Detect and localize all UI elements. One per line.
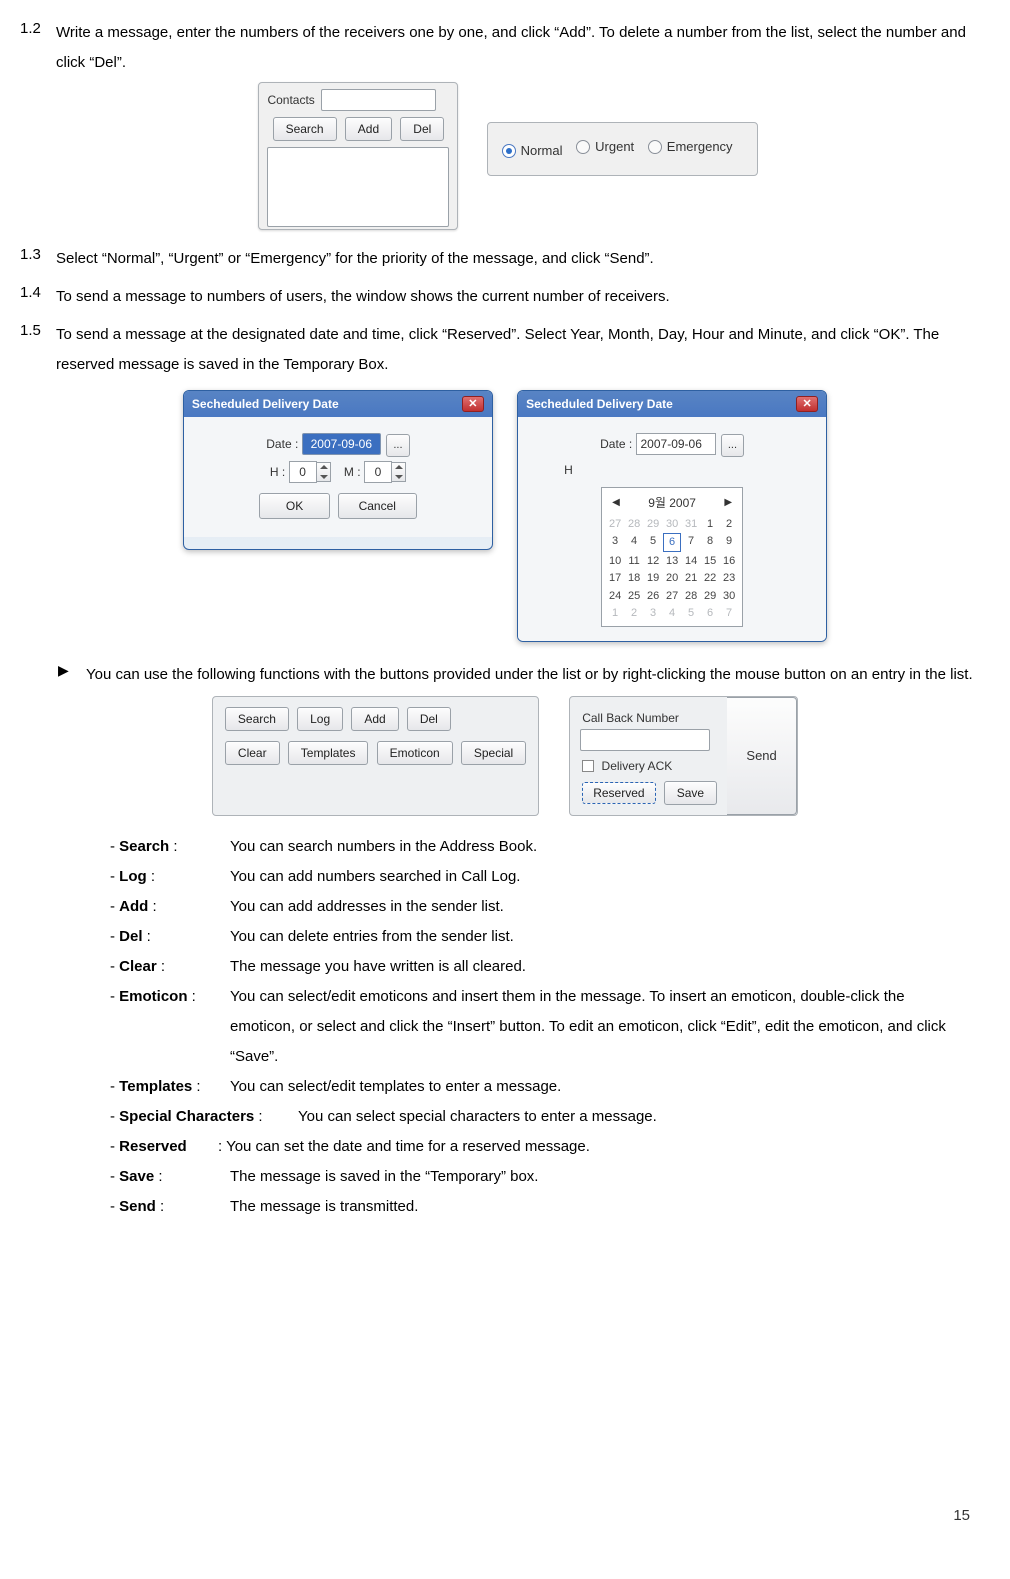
hour-input[interactable]: 0 [289,461,317,483]
priority-emergency[interactable]: Emergency [648,137,733,157]
fn-del-button[interactable]: Del [407,707,451,731]
add-button[interactable]: Add [345,117,392,141]
dialog-title: Secheduled Delivery Date [192,395,339,413]
hour-spinner[interactable] [317,462,331,482]
hour-label-short: H [564,463,573,477]
date-label: Date : [600,437,632,451]
calendar-popup: ◀ 9월 2007 ▶ 272829303112 3456789 1011121… [601,487,743,627]
save-button[interactable]: Save [664,781,717,805]
section-text: To send a message at the designated date… [56,320,990,380]
priority-urgent[interactable]: Urgent [576,137,634,157]
minute-spinner[interactable] [392,462,406,482]
search-button[interactable]: Search [273,117,337,141]
radio-empty-icon [576,140,590,154]
callback-input[interactable] [580,729,710,751]
calendar-month-label: 9월 2007 [648,494,696,512]
page-number: 15 [953,1505,970,1528]
reserved-button[interactable]: Reserved [582,782,655,804]
date-input[interactable]: 2007-09-06 [636,433,716,455]
minute-label: M : [344,465,361,479]
checkbox-icon [582,760,594,772]
contacts-list[interactable] [267,147,449,227]
date-picker-button[interactable]: ... [386,434,409,457]
callback-label: Call Back Number [582,709,717,727]
section-text: Select “Normal”, “Urgent” or “Emergency”… [56,244,990,274]
contacts-panel: Contacts Search Add Del [258,82,458,230]
hour-label: H : [270,465,285,479]
fn-templates-button[interactable]: Templates [288,741,369,765]
section-number: 1.2 [20,18,56,41]
section-text: To send a message to numbers of users, t… [56,282,990,312]
descriptions-block: - Search :You can search numbers in the … [110,832,970,1222]
section-1-5: 1.5 To send a message at the designated … [20,320,990,380]
scheduled-dialog-basic: Secheduled Delivery Date ✕ Date : 2007-0… [183,390,493,550]
scheduled-dialog-calendar: Secheduled Delivery Date ✕ Date : 2007-0… [517,390,827,642]
next-month-icon[interactable]: ▶ [724,495,732,510]
section-1-4: 1.4 To send a message to numbers of user… [20,282,990,312]
date-picker-button[interactable]: ... [721,434,744,457]
del-button[interactable]: Del [400,117,444,141]
fn-special-button[interactable]: Special [461,741,526,765]
function-buttons-panel: Search Log Add Del Clear Templates Emoti… [212,696,539,816]
dialog-title: Secheduled Delivery Date [526,395,673,413]
cancel-button[interactable]: Cancel [338,493,417,519]
contacts-input[interactable] [321,89,436,111]
radio-checked-icon [502,144,516,158]
date-label: Date : [266,437,298,451]
ok-button[interactable]: OK [259,493,330,519]
section-number: 1.3 [20,244,56,267]
section-number: 1.5 [20,320,56,343]
triangle-bullet-icon: ▶ [58,660,86,681]
close-icon[interactable]: ✕ [462,396,484,412]
prev-month-icon[interactable]: ◀ [612,495,620,510]
date-input[interactable]: 2007-09-06 [302,433,381,455]
send-button[interactable]: Send [727,697,797,815]
fn-emoticon-button[interactable]: Emoticon [377,741,453,765]
fn-add-button[interactable]: Add [351,707,398,731]
priority-normal[interactable]: Normal [502,141,563,161]
contacts-label: Contacts [267,91,314,109]
fn-log-button[interactable]: Log [297,707,343,731]
priority-emergency-label: Emergency [667,137,733,157]
section-1-3: 1.3 Select “Normal”, “Urgent” or “Emerge… [20,244,990,274]
fn-clear-button[interactable]: Clear [225,741,280,765]
section-number: 1.4 [20,282,56,305]
calendar-grid[interactable]: 272829303112 3456789 10111213141516 1718… [606,516,738,622]
delivery-ack-label: Delivery ACK [602,759,673,773]
section-text: Write a message, enter the numbers of th… [56,18,990,78]
radio-empty-icon [648,140,662,154]
priority-urgent-label: Urgent [595,137,634,157]
close-icon[interactable]: ✕ [796,396,818,412]
minute-input[interactable]: 0 [364,461,392,483]
note-text: You can use the following functions with… [86,660,990,690]
send-panel: Call Back Number Delivery ACK Reserved S… [569,696,798,816]
note-row: ▶ You can use the following functions wi… [58,660,990,690]
delivery-ack-checkbox[interactable]: Delivery ACK [582,757,717,775]
section-1-2: 1.2 Write a message, enter the numbers o… [20,18,990,78]
priority-panel: Normal Urgent Emergency [487,122,758,176]
fn-search-button[interactable]: Search [225,707,289,731]
priority-normal-label: Normal [521,141,563,161]
